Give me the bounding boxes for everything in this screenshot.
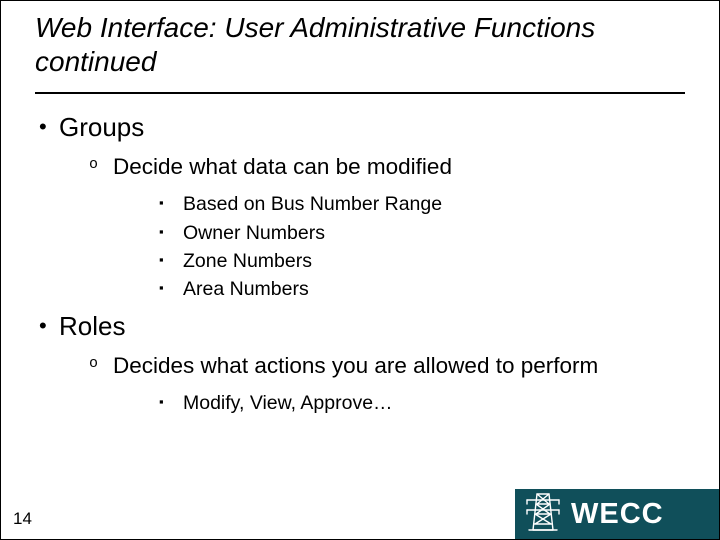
roles-sub1: Decides what actions you are allowed to … [87,352,685,416]
groups-sub1-items: Based on Bus Number Range Owner Numbers … [113,191,685,302]
bullet-groups-label: Groups [59,112,144,142]
roles-sub1-items: Modify, View, Approve… [113,390,685,416]
bullet-list: Groups Decide what data can be modified … [35,112,685,416]
tower-icon [523,490,563,539]
groups-sub1-label: Decide what data can be modified [113,154,452,179]
roles-sublist: Decides what actions you are allowed to … [59,352,685,416]
list-item: Area Numbers [157,276,685,302]
list-item: Based on Bus Number Range [157,191,685,217]
roles-sub1-label: Decides what actions you are allowed to … [113,353,598,378]
list-item: Owner Numbers [157,220,685,246]
page-number: 14 [13,509,32,529]
title-wrap: Web Interface: User Administrative Funct… [1,1,719,84]
list-item: Modify, View, Approve… [157,390,685,416]
list-item: Zone Numbers [157,248,685,274]
groups-sub1: Decide what data can be modified Based o… [87,153,685,302]
logo-text: WECC [571,498,664,531]
slide-body: Groups Decide what data can be modified … [1,94,719,416]
bullet-roles-label: Roles [59,311,125,341]
bullet-roles: Roles Decides what actions you are allow… [35,311,685,416]
slide: Web Interface: User Administrative Funct… [0,0,720,540]
wecc-logo: WECC [515,489,719,539]
bullet-groups: Groups Decide what data can be modified … [35,112,685,302]
slide-title: Web Interface: User Administrative Funct… [35,11,685,78]
groups-sublist: Decide what data can be modified Based o… [59,153,685,302]
